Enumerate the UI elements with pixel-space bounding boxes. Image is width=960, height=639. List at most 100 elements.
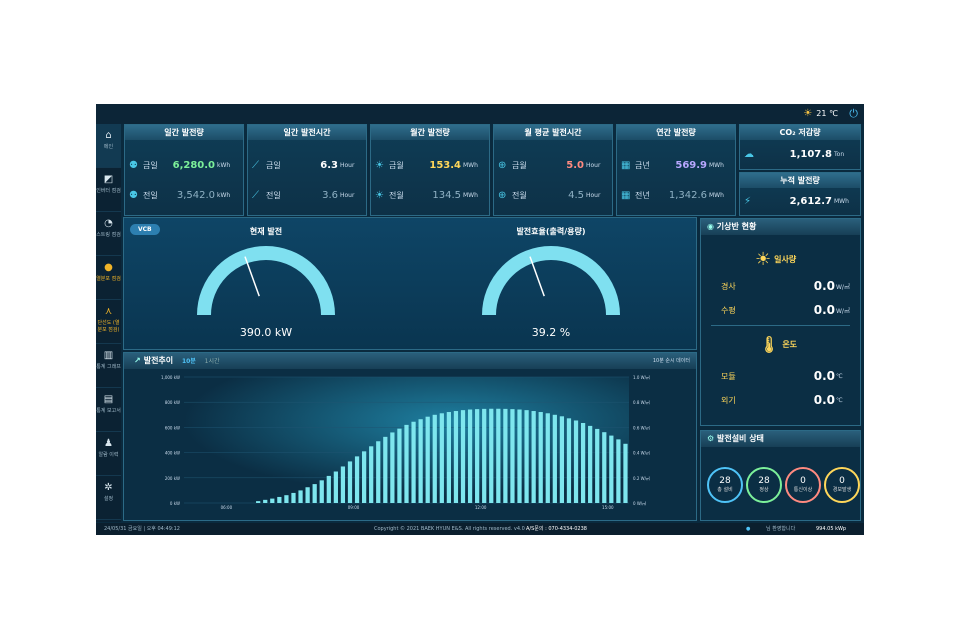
outdoor-value: 0.0 [813, 393, 835, 407]
bar [284, 495, 289, 503]
datetime: 24/05/31 금요일 | 오후 04:49:12 [104, 526, 180, 532]
bar [256, 501, 261, 503]
bar [263, 499, 268, 503]
trend-chart: 0 kW 0 W/㎡ 200 kW 0.2 W/㎡ 400 kW 0.4 W/㎡ 600 k… [161, 374, 650, 510]
bar [489, 408, 494, 503]
outdoor-label: 외기 [721, 395, 736, 405]
current-unit: MWh [709, 161, 724, 169]
chart-up-icon: ⟋ [252, 189, 259, 201]
alert-icon: ● [104, 262, 113, 273]
equipment-status-0[interactable]: 28 총 설비 [707, 467, 743, 503]
tilt-value: 0.0 [813, 279, 835, 293]
bar [270, 498, 275, 503]
gauge-needle-efficiency [529, 256, 545, 297]
previous-unit: MWh [709, 191, 724, 199]
sidebar-label: 통계 보고서 [96, 408, 121, 414]
sidebar-item-0[interactable]: ⌂ 메인 [96, 124, 121, 168]
sidebar-item-8[interactable]: ✲ 설정 [96, 476, 121, 520]
bar [545, 413, 550, 503]
sidebar-label: 알람 이력 [98, 452, 119, 458]
previous-label: 전월 [512, 190, 527, 200]
trend-opt-1hour[interactable]: 1시간 [205, 358, 220, 365]
summary-card-0: 일간 발전량 ⚉ 금일 6,280.0 kWh ⚉ 전일 3,542.0 kWh [124, 124, 244, 216]
bar [404, 424, 409, 503]
current-unit: MWh [463, 161, 478, 169]
sun-panel-icon: ☀ [375, 189, 384, 201]
power-icon[interactable]: ⏻ [849, 107, 858, 121]
co2-title: CO₂ 저감량 [740, 125, 860, 140]
current-value: 569.9 [675, 159, 707, 171]
co2-value: 1,107.8 [789, 148, 832, 160]
summary-card-2: 월간 발전량 ☀ 금월 153.4 MWh ☀ 전월 134.5 MWh [370, 124, 490, 216]
equipment-title: 발전설비 상태 [716, 434, 764, 443]
previous-label: 전년 [635, 190, 650, 200]
capacity: 994.05 kWp [816, 526, 847, 532]
coin-icon: ⊕ [498, 159, 507, 171]
bar [397, 428, 402, 503]
card-title: 일간 발전시간 [248, 125, 366, 140]
tilt-unit: W/㎡ [836, 283, 850, 291]
previous-label: 전일 [266, 190, 281, 200]
sidebar-label: 통계 그래프 [96, 364, 121, 370]
bar [559, 416, 565, 503]
bar [432, 414, 437, 503]
cumulative-card: 누적 발전량 ⚡ 2,612.7 MWh [739, 172, 861, 216]
card-title: 월 평균 발전시간 [494, 125, 612, 140]
trend-header: ↗ 발전추이 10분 1시간 10분 순시 데이터 [124, 353, 696, 369]
trend-opt-10min[interactable]: 10분 [182, 358, 196, 365]
temperature-title: 온도 [782, 340, 798, 349]
bar [383, 436, 388, 503]
bar-icon: ▥ [103, 350, 114, 361]
current-value: 153.4 [429, 159, 461, 171]
y-tick-left: 800 kW [165, 400, 180, 405]
bar [340, 466, 346, 503]
bar [390, 432, 395, 503]
equipment-status-3[interactable]: 0 경보발생 [824, 467, 860, 503]
status-count: 0 [839, 476, 845, 486]
bar [609, 435, 614, 503]
trend-legend: 10분 순시 데이터 [652, 358, 690, 364]
people-icon: ⚉ [129, 159, 138, 171]
current-label: 금월 [512, 160, 527, 170]
user-icon[interactable]: ● [746, 523, 750, 535]
cumulative-value: 2,612.7 [789, 195, 832, 207]
outdoor-unit: ℃ [836, 396, 843, 404]
gauge-panel: VCB 현재 발전 발전효율(출력/용량) 390.0 kW 39.2 % [123, 217, 697, 350]
card-title: 일간 발전량 [125, 125, 243, 140]
sidebar-label: 단선도 (열분포 점검) [97, 320, 120, 333]
y-tick-left: 400 kW [165, 451, 180, 456]
y-tick-left: 200 kW [165, 476, 180, 481]
horizontal-value: 0.0 [813, 303, 835, 317]
bar [305, 487, 310, 503]
report-icon: ▤ [103, 394, 114, 405]
current-unit: kWh [217, 161, 231, 169]
current-value: 6.3 [320, 159, 338, 171]
sidebar-item-6[interactable]: ▤ 통계 보고서 [96, 388, 121, 432]
bar [369, 446, 374, 503]
sidebar-item-1[interactable]: ◩ 인버터 점검 [96, 168, 121, 212]
current-label: 금일 [266, 160, 281, 170]
equipment-status-2[interactable]: 0 통신이상 [785, 467, 821, 503]
co2-unit: Ton [834, 150, 845, 158]
sidebar-item-3[interactable]: ● 열분포 점검 [96, 256, 121, 300]
sidebar-item-5[interactable]: ▥ 통계 그래프 [96, 344, 121, 388]
coin-icon: ⊕ [498, 189, 507, 201]
bell-icon: ♟ [104, 438, 113, 449]
sidebar-item-2[interactable]: ◔ 스트링 점검 [96, 212, 121, 256]
x-tick: 15:00 [602, 505, 614, 510]
co2-card: CO₂ 저감량 ☁ 1,107.8 Ton [739, 124, 861, 170]
equipment-status-1[interactable]: 28 정상 [746, 467, 782, 503]
sidebar-item-7[interactable]: ♟ 알람 이력 [96, 432, 121, 476]
x-tick: 06:00 [221, 505, 233, 510]
module-label: 모듈 [721, 371, 736, 381]
y-tick-right: 0.6 W/㎡ [633, 424, 650, 430]
sun-icon: ☀ [803, 108, 813, 119]
sun-panel-icon: ☀ [375, 159, 384, 171]
gauge-value-efficiency: 39.2 % [531, 326, 571, 339]
sidebar-item-4[interactable]: ⋏ 단선도 (열분포 점검) [96, 300, 121, 344]
previous-unit: MWh [463, 191, 478, 199]
card-title: 연간 발전량 [617, 125, 735, 140]
horizontal-label: 수평 [721, 305, 736, 315]
status-label: 통신이상 [793, 487, 813, 493]
weather-panel: ◉ 기상반 현황 ☀ 일사량 경사 0.0 W/㎡ 수평 0.0 W/㎡ 🌡 온도 모듈 0.… [700, 218, 861, 426]
